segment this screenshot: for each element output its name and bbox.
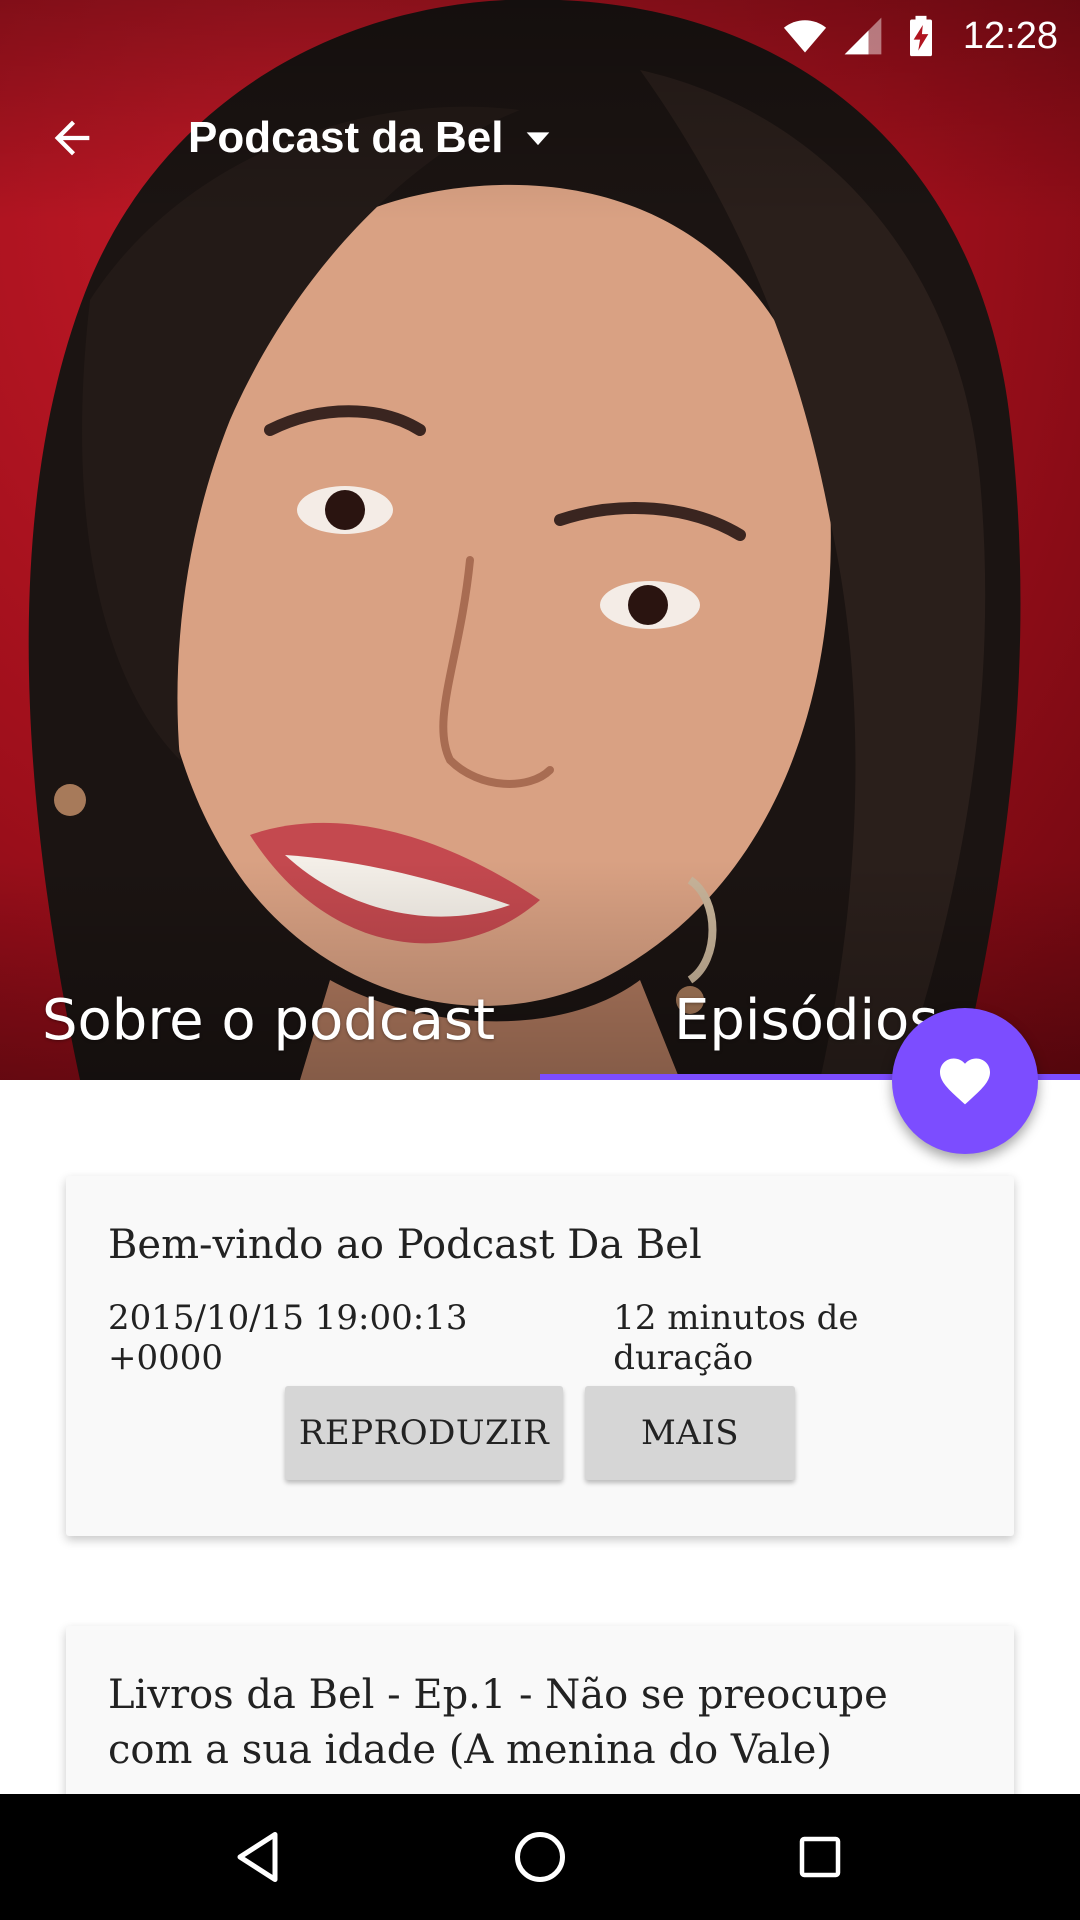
- arrow-drop-down-icon: [527, 132, 550, 146]
- toolbar-title: Podcast da Bel: [188, 113, 504, 162]
- status-time: 12:28: [962, 14, 1058, 57]
- episode-list[interactable]: Bem-vindo ao Podcast Da Bel 2015/10/15 1…: [0, 1080, 1080, 1794]
- nav-home-button[interactable]: [492, 1809, 588, 1905]
- toolbar: Podcast da Bel: [0, 96, 1080, 180]
- heart-icon: [940, 1058, 990, 1105]
- nav-recents-icon: [799, 1836, 841, 1878]
- back-button[interactable]: [30, 96, 114, 180]
- nav-recents-button[interactable]: [772, 1809, 868, 1905]
- tab-about-label: Sobre o podcast: [42, 987, 496, 1053]
- signal-icon: [844, 17, 882, 55]
- battery-charging-icon: [909, 15, 932, 57]
- tab-episodes-label: Episódios: [674, 987, 939, 1053]
- nav-home-icon: [515, 1832, 565, 1882]
- nav-back-icon: [237, 1832, 278, 1882]
- system-navigation-bar: [0, 1794, 1080, 1920]
- wifi-icon: [783, 20, 826, 53]
- podcast-selector-dropdown[interactable]: Podcast da Bel: [188, 96, 555, 180]
- tab-about[interactable]: Sobre o podcast: [0, 960, 540, 1080]
- episode-card[interactable]: Bem-vindo ao Podcast Da Bel 2015/10/15 1…: [66, 1176, 1014, 1536]
- status-bar: 12:28: [0, 0, 1080, 72]
- episode-title: Livros da Bel - Ep.1 - Não se preocupe c…: [108, 1672, 888, 1773]
- arrow-back-icon: [54, 120, 90, 156]
- play-button[interactable]: REPRODUZIR: [285, 1386, 563, 1480]
- more-button[interactable]: MAIS: [585, 1386, 795, 1480]
- episode-meta: 2015/10/15 19:00:13 +0000 12 minutos de …: [108, 1298, 988, 1378]
- episode-date: 2015/10/15 19:00:13 +0000: [108, 1298, 468, 1378]
- nav-back-button[interactable]: [212, 1809, 308, 1905]
- favorite-button[interactable]: [892, 1008, 1038, 1154]
- episode-actions: REPRODUZIR MAIS: [285, 1386, 795, 1480]
- episode-title: Bem-vindo ao Podcast Da Bel: [108, 1222, 702, 1268]
- episode-card[interactable]: Livros da Bel - Ep.1 - Não se preocupe c…: [66, 1626, 1014, 1794]
- episode-duration: 12 minutos de duração: [613, 1298, 859, 1378]
